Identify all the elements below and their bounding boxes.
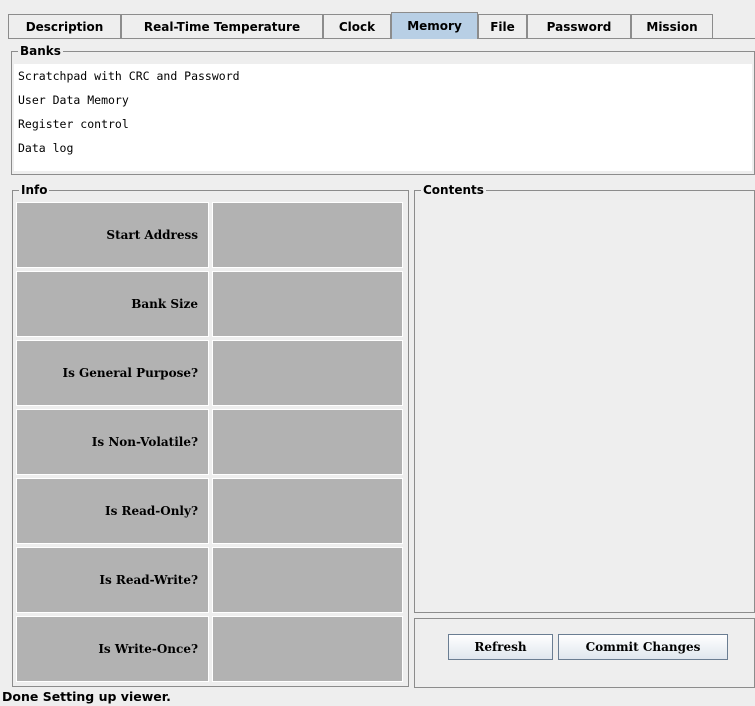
tab-real-time-temperature[interactable]: Real-Time Temperature xyxy=(121,14,323,38)
tab-file[interactable]: File xyxy=(478,14,527,38)
tab-mission[interactable]: Mission xyxy=(631,14,713,38)
info-title: Info xyxy=(19,182,50,198)
info-value-non-volatile xyxy=(212,409,403,475)
info-label-non-volatile: Is Non-Volatile? xyxy=(16,409,209,475)
info-grid: Start Address Bank Size Is General Purpo… xyxy=(16,202,403,682)
banks-panel: Banks Scratchpad with CRC and Password U… xyxy=(11,43,755,175)
info-value-read-only xyxy=(212,478,403,544)
contents-title: Contents xyxy=(421,182,486,198)
info-label-write-once: Is Write-Once? xyxy=(16,616,209,682)
commit-changes-button[interactable]: Commit Changes xyxy=(558,634,728,660)
bank-item-register-control[interactable]: Register control xyxy=(14,112,752,136)
info-label-read-only: Is Read-Only? xyxy=(16,478,209,544)
info-panel: Info Start Address Bank Size Is General … xyxy=(12,182,409,687)
info-value-read-write xyxy=(212,547,403,613)
contents-panel: Contents xyxy=(414,182,755,613)
info-label-bank-size: Bank Size xyxy=(16,271,209,337)
info-label-start-address: Start Address xyxy=(16,202,209,268)
button-panel: Refresh Commit Changes xyxy=(414,618,755,688)
banks-title: Banks xyxy=(18,43,63,59)
tab-description[interactable]: Description xyxy=(8,14,121,38)
info-value-start-address xyxy=(212,202,403,268)
bank-item-data-log[interactable]: Data log xyxy=(14,136,752,160)
info-value-write-once xyxy=(212,616,403,682)
info-label-read-write: Is Read-Write? xyxy=(16,547,209,613)
bank-item-scratchpad[interactable]: Scratchpad with CRC and Password xyxy=(14,64,752,88)
tab-memory[interactable]: Memory xyxy=(391,12,478,39)
tab-bar: Description Real-Time Temperature Clock … xyxy=(8,12,755,39)
tab-password[interactable]: Password xyxy=(527,14,631,38)
tab-clock[interactable]: Clock xyxy=(323,14,391,38)
bank-item-user-data-memory[interactable]: User Data Memory xyxy=(14,88,752,112)
info-label-general-purpose: Is General Purpose? xyxy=(16,340,209,406)
info-value-bank-size xyxy=(212,271,403,337)
status-text: Done Setting up viewer. xyxy=(2,689,171,704)
refresh-button[interactable]: Refresh xyxy=(448,634,553,660)
info-value-general-purpose xyxy=(212,340,403,406)
banks-list[interactable]: Scratchpad with CRC and Password User Da… xyxy=(14,64,752,171)
